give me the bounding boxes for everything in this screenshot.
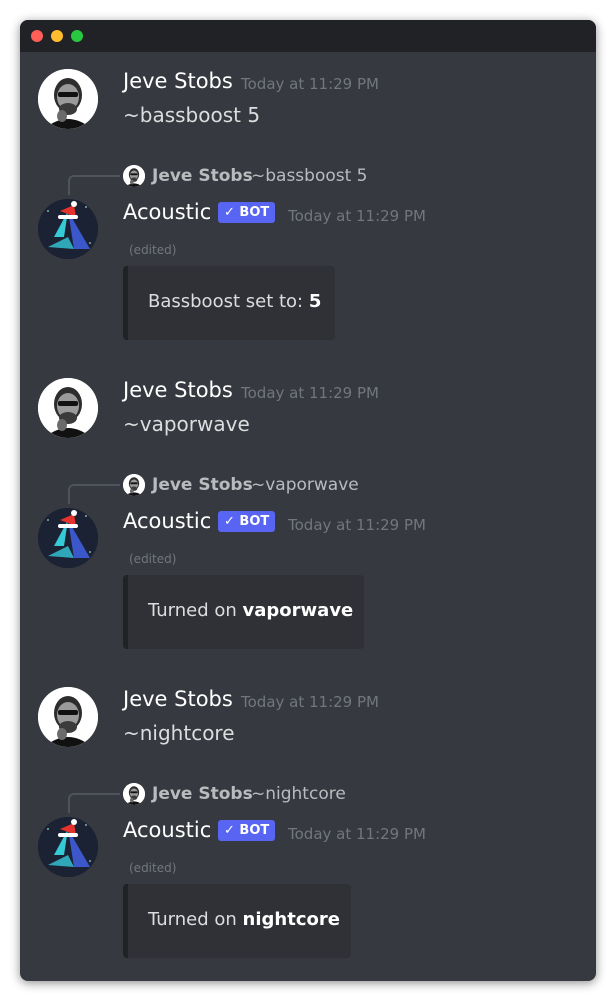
bot-embed: Turned on vaporwave [123,575,364,649]
bot-badge: ✓ BOT [218,820,276,841]
message-content: ~nightcore [123,721,235,745]
chat-window: Jeve Stobs Today at 11:29 PM ~bassboost 5 … [20,20,596,981]
user-message: Jeve Stobs Today at 11:29 PM ~bassboost 5 [20,69,596,139]
message-timestamp: Today at 11:29 PM [241,693,379,711]
user-avatar[interactable] [38,69,98,129]
message-timestamp: Today at 11:29 PM [288,516,426,534]
bot-username[interactable]: Acoustic [123,818,211,842]
message-timestamp: Today at 11:29 PM [241,75,379,93]
reply-avatar [123,165,145,187]
reply-connector [68,175,120,195]
username[interactable]: Jeve Stobs [123,378,233,402]
bot-username[interactable]: Acoustic [123,509,211,533]
edited-label: (edited) [129,861,177,875]
message-timestamp: Today at 11:29 PM [288,207,426,225]
username[interactable]: Jeve Stobs [123,69,233,93]
reply-preview[interactable]: ~vaporwave [251,475,359,495]
user-message: Jeve Stobs Today at 11:29 PM ~vaporwave [20,378,596,448]
close-window-button[interactable] [31,30,43,42]
username[interactable]: Jeve Stobs [123,687,233,711]
title-bar [20,20,596,52]
bot-message: Jeve Stobs ~vaporwave Acoustic ✓ BOT Today … [20,474,596,654]
bot-badge: ✓ BOT [218,202,276,223]
bot-embed: Bassboost set to: 5 [123,266,335,340]
bot-avatar[interactable] [38,508,98,568]
user-message: Jeve Stobs Today at 11:29 PM ~nightcore [20,687,596,757]
bot-badge: ✓ BOT [218,511,276,532]
reply-connector [68,484,120,504]
embed-description: Turned on vaporwave [148,600,354,621]
bot-avatar[interactable] [38,199,98,259]
bot-avatar[interactable] [38,817,98,877]
user-avatar[interactable] [38,687,98,747]
embed-description: Bassboost set to: 5 [148,291,322,312]
edited-label: (edited) [129,552,177,566]
reply-preview[interactable]: ~bassboost 5 [251,166,368,186]
bot-message: Jeve Stobs ~nightcore Acoustic ✓ BOT Today … [20,783,596,963]
message-content: ~vaporwave [123,412,250,436]
minimize-window-button[interactable] [51,30,63,42]
reply-connector [68,793,120,813]
user-avatar[interactable] [38,378,98,438]
reply-username[interactable]: Jeve Stobs [152,166,253,186]
maximize-window-button[interactable] [71,30,83,42]
bot-username[interactable]: Acoustic [123,200,211,224]
bot-message: Jeve Stobs ~bassboost 5 Acoustic ✓ BOT Toda… [20,165,596,345]
bot-embed: Turned on nightcore [123,884,351,958]
reply-preview[interactable]: ~nightcore [251,784,346,804]
reply-username[interactable]: Jeve Stobs [152,475,253,495]
message-content: ~bassboost 5 [123,103,261,127]
edited-label: (edited) [129,243,177,257]
reply-avatar [123,783,145,805]
reply-avatar [123,474,145,496]
message-timestamp: Today at 11:29 PM [288,825,426,843]
message-timestamp: Today at 11:29 PM [241,384,379,402]
reply-username[interactable]: Jeve Stobs [152,784,253,804]
embed-description: Turned on nightcore [148,909,340,930]
